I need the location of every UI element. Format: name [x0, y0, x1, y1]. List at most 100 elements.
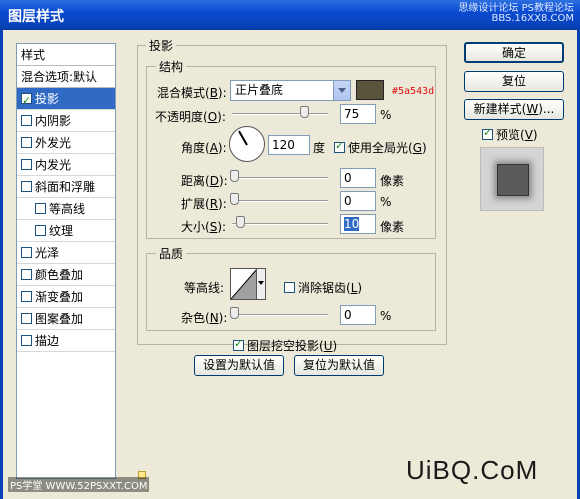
- preview-thumbnail: [497, 164, 529, 196]
- style-item-8[interactable]: 颜色叠加: [17, 264, 115, 286]
- spread-slider[interactable]: [230, 193, 328, 205]
- style-checkbox-icon[interactable]: [21, 181, 32, 192]
- distance-input[interactable]: 0: [340, 168, 376, 188]
- shadow-color-hex: #5a543d: [392, 86, 435, 97]
- chevron-down-icon: [333, 81, 350, 100]
- reset-button[interactable]: 复位: [464, 71, 564, 92]
- global-light-check-icon: [334, 139, 345, 153]
- style-item-label: 内发光: [35, 158, 72, 172]
- style-checkbox-icon[interactable]: [21, 115, 32, 126]
- noise-unit: %: [380, 309, 392, 323]
- antialias-checkbox[interactable]: 消除锯齿(L): [284, 279, 362, 296]
- noise-label: 杂色(N):: [181, 311, 228, 325]
- antialias-check-icon: [284, 282, 295, 293]
- distance-label: 距离(D):: [181, 174, 228, 188]
- noise-input[interactable]: 0: [340, 305, 376, 325]
- opacity-unit: %: [380, 108, 392, 122]
- style-item-label: 内阴影: [35, 114, 72, 128]
- spread-slider-track: [232, 200, 328, 202]
- title-bar[interactable]: 图层样式 思缘设计论坛 PS教程论坛 BBS.16XX8.COM: [0, 0, 580, 30]
- style-list: 样式 混合选项:默认 投影内阴影外发光内发光斜面和浮雕等高线纹理光泽颜色叠加渐变…: [16, 43, 116, 479]
- size-input[interactable]: 10: [340, 214, 376, 234]
- window-title: 图层样式: [8, 9, 64, 25]
- footer-site: PS学堂 WWW.52PSXXT.COM: [8, 477, 150, 492]
- spread-slider-thumb[interactable]: [230, 193, 239, 205]
- spread-input[interactable]: 0: [340, 191, 376, 211]
- style-checkbox-icon[interactable]: [21, 137, 32, 148]
- structure-title: 结构: [156, 58, 187, 75]
- make-default-button[interactable]: 设置为默认值: [194, 355, 284, 376]
- style-item-6[interactable]: 纹理: [17, 220, 115, 242]
- distance-slider[interactable]: [230, 170, 328, 182]
- contour-picker[interactable]: [230, 268, 266, 300]
- blend-mode-value: 正片叠底: [235, 83, 284, 97]
- style-item-11[interactable]: 描边: [17, 330, 115, 352]
- size-unit: 像素: [380, 220, 405, 234]
- style-checkbox-icon[interactable]: [21, 159, 32, 170]
- opacity-label: 不透明度(O):: [155, 110, 226, 124]
- opacity-slider-track: [232, 113, 328, 115]
- blend-options-item[interactable]: 混合选项:默认: [17, 66, 115, 88]
- blend-mode-select[interactable]: 正片叠底: [230, 80, 351, 101]
- style-item-label: 斜面和浮雕: [35, 180, 96, 194]
- style-checkbox-icon[interactable]: [21, 269, 32, 280]
- global-light-checkbox[interactable]: 使用全局光(G): [334, 139, 427, 156]
- distance-slider-thumb[interactable]: [230, 170, 239, 182]
- size-slider-track: [232, 223, 328, 225]
- size-value-selected: 10: [344, 217, 360, 231]
- style-item-label: 光泽: [35, 246, 60, 260]
- style-checkbox-icon[interactable]: [21, 335, 32, 346]
- style-item-10[interactable]: 图案叠加: [17, 308, 115, 330]
- angle-label: 角度(A):: [181, 141, 227, 155]
- distance-slider-track: [232, 177, 328, 179]
- style-item-9[interactable]: 渐变叠加: [17, 286, 115, 308]
- opacity-slider[interactable]: [232, 106, 328, 118]
- style-checkbox-icon[interactable]: [35, 225, 46, 236]
- style-checkbox-icon[interactable]: [35, 203, 46, 214]
- angle-dial[interactable]: [229, 126, 265, 162]
- ok-button[interactable]: 确定: [464, 42, 564, 63]
- reset-default-button[interactable]: 复位为默认值: [294, 355, 384, 376]
- style-item-0[interactable]: 投影: [17, 88, 115, 112]
- distance-unit: 像素: [380, 174, 405, 188]
- contour-preview-icon: [231, 269, 257, 299]
- opacity-slider-thumb[interactable]: [300, 106, 309, 118]
- style-item-5[interactable]: 等高线: [17, 198, 115, 220]
- drop-shadow-title: 投影: [146, 37, 177, 54]
- size-slider[interactable]: [232, 216, 328, 228]
- contour-dropdown-icon[interactable]: [256, 268, 266, 300]
- style-item-1[interactable]: 内阴影: [17, 110, 115, 132]
- style-item-2[interactable]: 外发光: [17, 132, 115, 154]
- preview-check-icon: [482, 126, 493, 140]
- style-preview: [480, 147, 544, 211]
- preview-checkbox[interactable]: 预览(V): [482, 126, 538, 143]
- style-checkbox-icon[interactable]: [21, 90, 32, 112]
- style-list-header[interactable]: 样式: [17, 44, 115, 66]
- style-item-label: 颜色叠加: [35, 268, 84, 282]
- style-checkbox-icon[interactable]: [21, 247, 32, 258]
- style-item-3[interactable]: 内发光: [17, 154, 115, 176]
- angle-input[interactable]: 120: [268, 135, 310, 155]
- noise-slider-thumb[interactable]: [230, 307, 239, 319]
- angle-unit: 度: [313, 141, 326, 155]
- opacity-input[interactable]: 75: [340, 104, 376, 124]
- noise-slider-track: [232, 314, 328, 316]
- knockout-checkbox[interactable]: 图层挖空投影(U): [233, 337, 337, 354]
- style-item-label: 外发光: [35, 136, 72, 150]
- size-slider-thumb[interactable]: [236, 216, 245, 228]
- noise-slider[interactable]: [230, 307, 328, 319]
- style-item-4[interactable]: 斜面和浮雕: [17, 176, 115, 198]
- style-checkbox-icon[interactable]: [21, 313, 32, 324]
- style-item-7[interactable]: 光泽: [17, 242, 115, 264]
- style-item-label: 图案叠加: [35, 312, 84, 326]
- watermark-line2: BBS.16XX8.COM: [491, 13, 574, 24]
- style-checkbox-icon[interactable]: [21, 291, 32, 302]
- blend-mode-label: 混合模式(B):: [157, 86, 227, 100]
- style-item-label: 渐变叠加: [35, 290, 84, 304]
- style-item-label: 投影: [35, 92, 60, 106]
- spread-label: 扩展(R):: [181, 197, 227, 211]
- shadow-color-swatch[interactable]: [356, 80, 384, 100]
- style-item-label: 等高线: [49, 202, 86, 216]
- new-style-button[interactable]: 新建样式(W)...: [464, 99, 564, 120]
- size-label: 大小(S):: [181, 220, 227, 234]
